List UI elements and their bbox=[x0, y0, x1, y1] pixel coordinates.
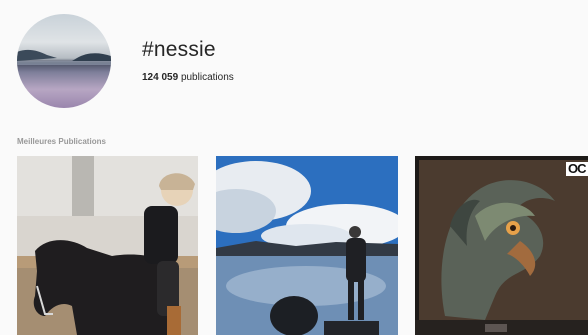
hashtag-avatar bbox=[17, 14, 111, 108]
post-count-value: 124 059 bbox=[142, 72, 179, 83]
screen-corner-text: OC bbox=[568, 161, 586, 176]
post-count: 124 059 publications bbox=[142, 72, 234, 83]
post-thumbnail[interactable] bbox=[216, 156, 398, 335]
lake-with-woman-image bbox=[216, 156, 398, 335]
post-thumbnail[interactable]: OC bbox=[415, 156, 588, 335]
rider-on-horse-image bbox=[17, 156, 198, 335]
post-thumbnail[interactable] bbox=[17, 156, 198, 335]
dragon-on-screen-image bbox=[415, 156, 588, 335]
hashtag-title: #nessie bbox=[142, 38, 216, 61]
post-count-label: publications bbox=[180, 72, 234, 83]
top-posts-heading: Meilleures Publications bbox=[17, 137, 106, 146]
